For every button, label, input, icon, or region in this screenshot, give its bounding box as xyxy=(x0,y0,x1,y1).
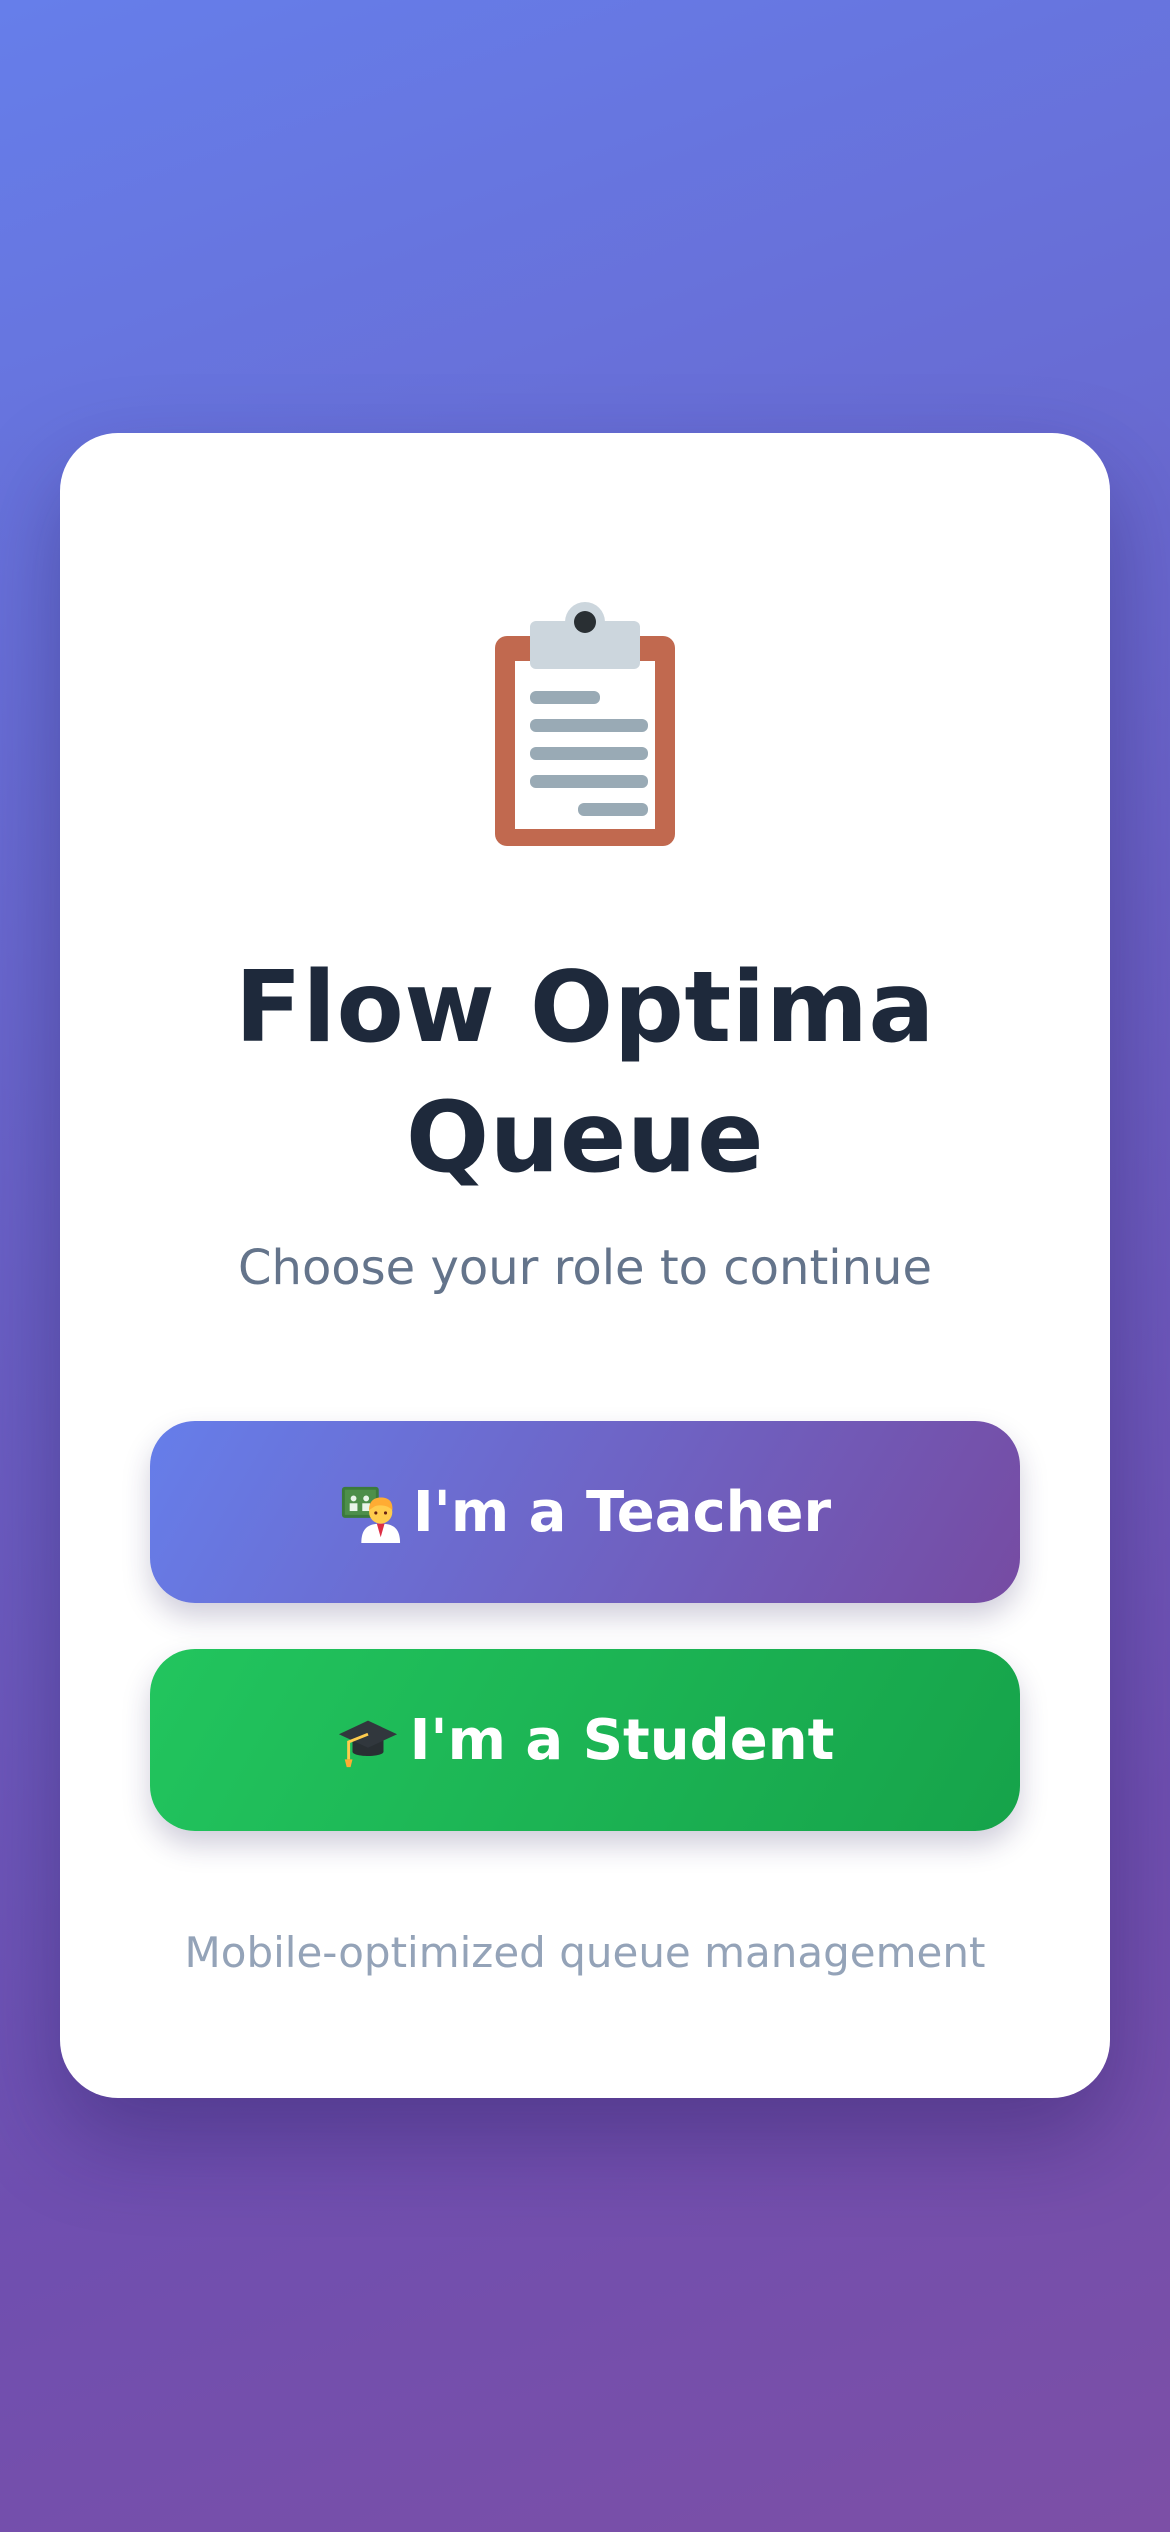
clipboard-icon xyxy=(60,601,1110,851)
student-role-button[interactable]: I'm a Student xyxy=(150,1649,1020,1831)
student-button-label: I'm a Student xyxy=(409,1707,835,1773)
footer-note: Mobile-optimized queue management xyxy=(184,1928,986,1977)
teacher-button-label: I'm a Teacher xyxy=(412,1479,832,1545)
page-subtitle: Choose your role to continue xyxy=(238,1240,932,1296)
app-title: Flow Optima Queue xyxy=(234,951,936,1195)
teacher-role-button[interactable]: I'm a Teacher xyxy=(150,1421,1020,1603)
role-selection-card: Flow Optima Queue Choose your role to co… xyxy=(60,433,1110,2098)
teacher-icon xyxy=(339,1480,403,1544)
graduation-cap-icon xyxy=(336,1708,400,1772)
